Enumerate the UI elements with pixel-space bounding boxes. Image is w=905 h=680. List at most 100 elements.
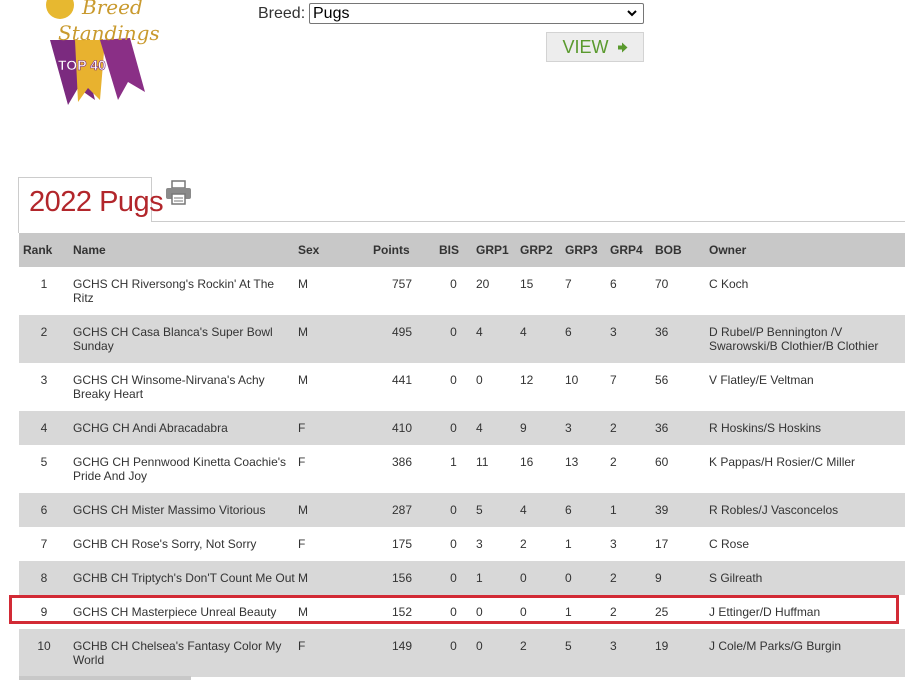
cell-owner: R Hoskins/S Hoskins bbox=[705, 411, 905, 445]
rosette bbox=[46, 0, 74, 19]
cell-sex: M bbox=[294, 561, 369, 595]
header-rank[interactable]: Rank bbox=[19, 233, 69, 267]
cell-name[interactable]: GCHB CH Chelsea's Fantasy Color My World bbox=[69, 629, 294, 677]
cell-grp2: 9 bbox=[516, 411, 561, 445]
cell-bis: 0 bbox=[435, 363, 472, 411]
tab-title: 2022 Pugs bbox=[29, 186, 164, 218]
cell-grp3: 1 bbox=[561, 527, 606, 561]
table-row: 5 GCHG CH Pennwood Kinetta Coachie's Pri… bbox=[19, 445, 905, 493]
cell-grp2: 15 bbox=[516, 267, 561, 315]
table-row: 4 GCHG CH Andi Abracadabra F 410 0 4 9 3… bbox=[19, 411, 905, 445]
cell-grp4: 2 bbox=[606, 561, 651, 595]
breed-select[interactable]: Pugs bbox=[309, 3, 644, 24]
cell-grp3: 7 bbox=[561, 267, 606, 315]
cell-name[interactable]: GCHB CH Triptych's Don'T Count Me Out bbox=[69, 561, 295, 595]
header-name[interactable]: Name bbox=[69, 233, 294, 267]
chevron-down-icon bbox=[627, 10, 637, 17]
header-grp2[interactable]: GRP2 bbox=[516, 233, 561, 267]
table-row-highlighted: 9 GCHS CH Masterpiece Unreal Beauty M 15… bbox=[19, 595, 905, 629]
cell-bob: 56 bbox=[651, 363, 705, 411]
cell-grp4: 3 bbox=[606, 629, 651, 677]
cell-grp1: 5 bbox=[472, 493, 516, 527]
cell-grp3: 0 bbox=[561, 561, 606, 595]
cell-name[interactable]: GCHS CH Riversong's Rockin' At The Ritz bbox=[69, 267, 294, 315]
table-row: 10 GCHB CH Chelsea's Fantasy Color My Wo… bbox=[19, 629, 905, 677]
cell-name[interactable]: GCHB CH Rose's Sorry, Not Sorry bbox=[69, 527, 294, 561]
cell-bob: 17 bbox=[651, 527, 705, 561]
cell-points: 410 bbox=[369, 411, 435, 445]
header-owner[interactable]: Owner bbox=[705, 233, 905, 267]
cell-name[interactable]: GCHG CH Pennwood Kinetta Coachie's Pride… bbox=[69, 445, 294, 493]
cell-sex: F bbox=[294, 445, 369, 493]
cell-bob: 9 bbox=[651, 561, 705, 595]
cell-grp2: 0 bbox=[516, 595, 561, 629]
cell-name[interactable]: GCHG CH Andi Abracadabra bbox=[69, 411, 294, 445]
cell-name[interactable]: GCHS CH Casa Blanca's Super Bowl Sunday bbox=[69, 315, 294, 363]
header-points[interactable]: Points bbox=[369, 233, 435, 267]
cell-owner: C Rose bbox=[705, 527, 905, 561]
cell-grp1: 0 bbox=[472, 595, 516, 629]
cell-grp2: 2 bbox=[516, 629, 561, 677]
cell-grp4: 3 bbox=[606, 527, 651, 561]
cell-grp4: 6 bbox=[606, 267, 651, 315]
cell-grp2: 4 bbox=[516, 493, 561, 527]
cell-points: 149 bbox=[369, 629, 435, 677]
cell-points: 156 bbox=[369, 561, 435, 595]
cell-sex: F bbox=[294, 411, 369, 445]
cell-points: 287 bbox=[369, 493, 435, 527]
table-bottom-strip bbox=[19, 676, 191, 680]
cell-grp3: 3 bbox=[561, 411, 606, 445]
cell-rank: 2 bbox=[19, 315, 69, 363]
cell-grp3: 6 bbox=[561, 493, 606, 527]
cell-sex: F bbox=[294, 527, 369, 561]
cell-bob: 60 bbox=[651, 445, 705, 493]
cell-owner: J Ettinger/D Huffman bbox=[705, 595, 905, 629]
cell-bob: 39 bbox=[651, 493, 705, 527]
cell-bob: 36 bbox=[651, 411, 705, 445]
logo-script-line2: Standings bbox=[58, 21, 160, 45]
header-grp3[interactable]: GRP3 bbox=[561, 233, 606, 267]
table-header-row: Rank Name Sex Points BIS GRP1 GRP2 GRP3 … bbox=[19, 233, 905, 267]
cell-bob: 70 bbox=[651, 267, 705, 315]
cell-owner: C Koch bbox=[705, 267, 905, 315]
cell-grp1: 4 bbox=[472, 411, 516, 445]
breed-select-value: Pugs bbox=[313, 5, 350, 22]
header-grp1[interactable]: GRP1 bbox=[472, 233, 516, 267]
cell-rank: 8 bbox=[19, 561, 69, 595]
cell-bis: 0 bbox=[435, 595, 472, 629]
cell-name[interactable]: GCHS CH Mister Massimo Vitorious bbox=[69, 493, 294, 527]
cell-bis: 0 bbox=[435, 561, 472, 595]
cell-grp4: 3 bbox=[606, 315, 651, 363]
cell-grp3: 1 bbox=[561, 595, 606, 629]
cell-rank: 5 bbox=[19, 445, 69, 493]
cell-grp3: 13 bbox=[561, 445, 606, 493]
cell-name[interactable]: GCHS CH Masterpiece Unreal Beauty bbox=[69, 595, 294, 629]
cell-grp1: 11 bbox=[472, 445, 516, 493]
cell-grp2: 12 bbox=[516, 363, 561, 411]
cell-bis: 0 bbox=[435, 411, 472, 445]
table-row: 8 GCHB CH Triptych's Don'T Count Me Out … bbox=[19, 561, 905, 595]
cell-name[interactable]: GCHS CH Winsome-Nirvana's Achy Breaky He… bbox=[69, 363, 294, 411]
cell-owner: J Cole/M Parks/G Burgin bbox=[705, 629, 905, 677]
view-button[interactable]: VIEW bbox=[546, 32, 644, 62]
cell-owner: S Gilreath bbox=[705, 561, 905, 595]
cell-sex: M bbox=[294, 315, 369, 363]
cell-grp4: 1 bbox=[606, 493, 651, 527]
print-icon[interactable] bbox=[165, 180, 192, 205]
cell-grp4: 2 bbox=[606, 411, 651, 445]
cell-grp1: 0 bbox=[472, 629, 516, 677]
tab-2022-pugs[interactable]: 2022 Pugs bbox=[18, 177, 164, 222]
cell-grp3: 6 bbox=[561, 315, 606, 363]
cell-rank: 10 bbox=[19, 629, 69, 677]
header-grp4[interactable]: GRP4 bbox=[606, 233, 651, 267]
logo-badge: TOP 40 bbox=[58, 57, 106, 73]
header-bob[interactable]: BOB bbox=[651, 233, 705, 267]
header-bis[interactable]: BIS bbox=[435, 233, 472, 267]
cell-grp3: 10 bbox=[561, 363, 606, 411]
header-sex[interactable]: Sex bbox=[294, 233, 369, 267]
ribbon-purple-2 bbox=[100, 38, 145, 100]
cell-bis: 0 bbox=[435, 493, 472, 527]
cell-sex: M bbox=[294, 595, 369, 629]
cell-grp3: 5 bbox=[561, 629, 606, 677]
cell-owner: V Flatley/E Veltman bbox=[705, 363, 905, 411]
